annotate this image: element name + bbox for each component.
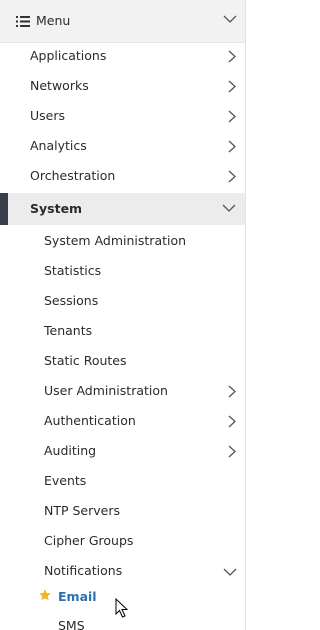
nav-item-label: Analytics — [30, 138, 87, 153]
subnav-item-label: SMS — [58, 618, 85, 630]
subnav-item-ntp-servers[interactable]: NTP Servers — [0, 496, 245, 526]
nav-item-analytics[interactable]: Analytics — [0, 131, 245, 161]
chevron-right-icon — [228, 415, 236, 428]
subnav-item-auditing[interactable]: Auditing — [0, 436, 245, 466]
subnav-item-notifications[interactable]: Notifications — [0, 556, 245, 586]
nav-item-applications[interactable]: Applications — [0, 41, 245, 71]
selected-indicator — [0, 193, 8, 225]
subnav-item-label: Auditing — [44, 443, 97, 458]
nav-item-label: Orchestration — [30, 168, 116, 183]
subnav-item-label: Events — [44, 473, 87, 488]
chevron-right-icon — [228, 445, 236, 458]
star-icon — [39, 589, 51, 601]
subnav-item-label: Tenants — [44, 323, 93, 338]
nav-item-label: Networks — [30, 78, 89, 93]
chevron-down-icon[interactable] — [223, 14, 237, 24]
chevron-right-icon — [228, 50, 236, 63]
list-menu-icon — [16, 16, 30, 27]
menu-title: Menu — [36, 13, 71, 28]
menu-header[interactable]: Menu — [0, 0, 245, 43]
nav-item-label: System — [30, 201, 83, 216]
chevron-right-icon — [228, 140, 236, 153]
chevron-right-icon — [228, 170, 236, 183]
chevron-down-icon — [222, 204, 236, 212]
subnav-item-user-administration[interactable]: User Administration — [0, 376, 245, 406]
subnav-item-label: Authentication — [44, 413, 136, 428]
subnav-item-cipher-groups[interactable]: Cipher Groups — [0, 526, 245, 556]
subnav-item-label: NTP Servers — [44, 503, 121, 518]
chevron-right-icon — [228, 110, 236, 123]
mouse-pointer-icon — [115, 598, 129, 618]
subnav-item-events[interactable]: Events — [0, 466, 245, 496]
chevron-right-icon — [228, 80, 236, 93]
nav-item-label: Users — [30, 108, 66, 123]
subnav-item-tenants[interactable]: Tenants — [0, 316, 245, 346]
nav-item-orchestration[interactable]: Orchestration — [0, 161, 245, 191]
subnav-item-label: Sessions — [44, 293, 99, 308]
subnav-item-label: Email — [58, 589, 97, 604]
subnav-item-label: Static Routes — [44, 353, 127, 368]
subnav-item-label: Statistics — [44, 263, 102, 278]
navigation-sidebar: Menu Applications Networks Users Analyti… — [0, 0, 246, 630]
subnav-item-label: Cipher Groups — [44, 533, 134, 548]
nav-item-networks[interactable]: Networks — [0, 71, 245, 101]
subnav-item-authentication[interactable]: Authentication — [0, 406, 245, 436]
chevron-right-icon — [228, 385, 236, 398]
subnav-item-label: User Administration — [44, 383, 168, 398]
nav-item-label: Applications — [30, 48, 107, 63]
subnav-item-sessions[interactable]: Sessions — [0, 286, 245, 316]
chevron-down-icon — [223, 568, 237, 576]
subnav-item-static-routes[interactable]: Static Routes — [0, 346, 245, 376]
nav-item-users[interactable]: Users — [0, 101, 245, 131]
subnav-item-label: Notifications — [44, 563, 123, 578]
subnav-item-statistics[interactable]: Statistics — [0, 256, 245, 286]
subnav-item-system-administration[interactable]: System Administration — [0, 226, 245, 256]
subnav-item-label: System Administration — [44, 233, 187, 248]
nav-item-system[interactable]: System — [0, 193, 245, 225]
